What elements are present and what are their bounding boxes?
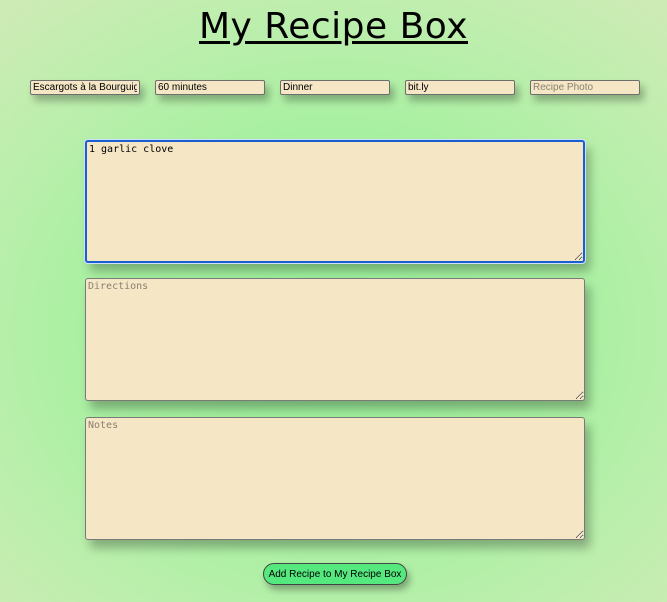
recipe-link-input[interactable] <box>405 80 515 95</box>
recipe-time-input[interactable] <box>155 80 265 95</box>
directions-textarea[interactable] <box>85 278 585 401</box>
recipe-photo-input[interactable] <box>530 80 640 95</box>
recipe-category-input[interactable] <box>280 80 390 95</box>
add-recipe-button[interactable]: Add Recipe to My Recipe Box <box>263 563 407 585</box>
ingredients-textarea[interactable] <box>85 140 585 263</box>
notes-textarea[interactable] <box>85 417 585 540</box>
page-title: My Recipe Box <box>198 6 468 47</box>
recipe-name-input[interactable] <box>30 80 140 95</box>
